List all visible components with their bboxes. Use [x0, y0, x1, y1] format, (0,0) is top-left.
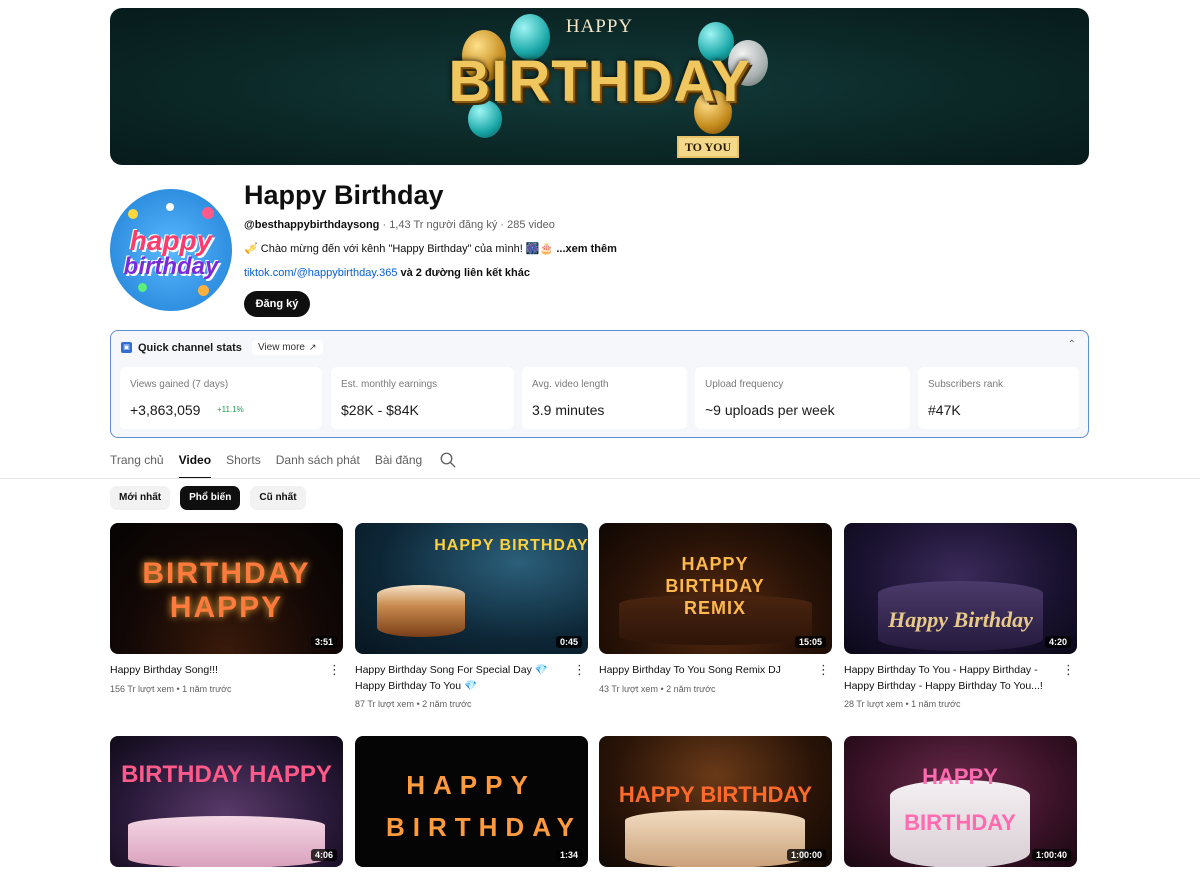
video-thumbnail[interactable]: Happy Birthday 4:20: [844, 523, 1077, 654]
view-count: 28 Tr lượt xem: [844, 699, 903, 709]
stat-label: Subscribers rank: [928, 379, 1004, 390]
tab-home[interactable]: Trang chủ: [110, 449, 164, 479]
see-more-link[interactable]: ...xem thêm: [553, 243, 617, 255]
thumbnail-text: HAPPY BIRTHDAY: [386, 770, 582, 842]
thumbnail-text: BIRTHDAY HAPPY: [142, 557, 311, 624]
stat-value: #47K: [928, 402, 961, 418]
thumbnail-text: HAPPY BIRTHDAY: [618, 782, 813, 807]
channel-handle: @besthappybirthdaysong: [244, 219, 380, 231]
video-thumbnail[interactable]: HAPPY BIRTHDAY REMIX 15:05: [599, 523, 832, 654]
tiktok-link[interactable]: tiktok.com/@happybirthday.365: [244, 267, 397, 279]
video-meta: 43 Tr lượt xem • 2 năm trước: [599, 684, 716, 694]
stat-label: Views gained (7 days): [130, 379, 229, 390]
video-thumbnail[interactable]: BIRTHDAY HAPPY 4:06: [110, 736, 343, 867]
video-meta: 28 Tr lượt xem • 1 năm trước: [844, 699, 961, 709]
upload-age: 2 năm trước: [666, 684, 716, 694]
more-actions-icon[interactable]: ⋮: [1062, 663, 1075, 677]
more-actions-icon[interactable]: ⋮: [817, 663, 830, 677]
stat-card-upload-frequency: Upload frequency ~9 uploads per week: [695, 367, 910, 429]
video-thumbnail[interactable]: HAPPY BIRTHDAY 1:00:40: [844, 736, 1077, 867]
stat-value: 3.9 minutes: [532, 402, 605, 418]
thumbnail-text: HAPPY BIRTHDAY REMIX: [665, 554, 765, 618]
chip-oldest[interactable]: Cũ nhất: [250, 486, 306, 510]
stat-value: $28K - $84K: [341, 402, 419, 418]
stat-label: Upload frequency: [705, 379, 784, 390]
upload-age: 1 năm trước: [182, 684, 232, 694]
stat-value: +3,863,059: [130, 402, 201, 418]
stats-title: Quick channel stats: [138, 341, 242, 354]
video-duration: 4:06: [310, 849, 337, 861]
stat-change: +11.1%: [217, 405, 244, 414]
tab-posts[interactable]: Bài đăng: [375, 449, 422, 479]
stat-card-earnings: Est. monthly earnings $28K - $84K: [331, 367, 514, 429]
stat-card-views: Views gained (7 days) +3,863,059 +11.1%: [120, 367, 322, 429]
video-thumbnail[interactable]: HAPPY BIRTHDAY 1:34: [355, 736, 588, 867]
description-text: 🎺 Chào mừng đến với kênh "Happy Birthday…: [244, 243, 554, 255]
video-duration: 0:45: [555, 636, 582, 648]
stats-header: ▣ Quick channel stats View more ↗: [121, 340, 323, 355]
more-actions-icon[interactable]: ⋮: [328, 663, 341, 677]
upload-age: 2 năm trước: [422, 699, 472, 709]
video-meta: 156 Tr lượt xem • 1 năm trước: [110, 684, 232, 694]
channel-title: Happy Birthday: [244, 180, 444, 210]
view-count: 87 Tr lượt xem: [355, 699, 414, 709]
channel-avatar[interactable]: happy birthday: [110, 189, 232, 311]
thumbnail-text: HAPPY BIRTHDAY: [434, 537, 588, 554]
tab-shorts[interactable]: Shorts: [226, 449, 261, 479]
video-duration: 4:20: [1044, 636, 1071, 648]
banner-to-you-text: TO YOU: [677, 136, 739, 158]
sort-chips: Mới nhất Phổ biến Cũ nhất: [110, 486, 306, 510]
chevron-up-icon[interactable]: ⌃: [1068, 339, 1076, 350]
subscriber-count: 1,43 Tr người đăng ký: [389, 219, 498, 231]
channel-description[interactable]: 🎺 Chào mừng đến với kênh "Happy Birthday…: [244, 242, 617, 255]
thumbnail-text: Happy Birthday: [888, 607, 1033, 632]
video-count: 285 video: [507, 219, 555, 231]
channel-links: tiktok.com/@happybirthday.365 và 2 đường…: [244, 267, 530, 279]
more-links-text[interactable]: và 2 đường liên kết khác: [397, 267, 530, 279]
video-meta: 87 Tr lượt xem • 2 năm trước: [355, 699, 472, 709]
video-thumbnail[interactable]: HAPPY BIRTHDAY 1:00:00: [599, 736, 832, 867]
video-thumbnail[interactable]: HAPPY BIRTHDAY 0:45: [355, 523, 588, 654]
video-title[interactable]: Happy Birthday To You Song Remix DJ: [599, 663, 809, 679]
avatar-text-birthday: birthday: [123, 253, 219, 280]
video-duration: 1:00:00: [786, 849, 826, 861]
video-duration: 3:51: [310, 636, 337, 648]
chip-newest[interactable]: Mới nhất: [110, 486, 171, 510]
stat-card-video-length: Avg. video length 3.9 minutes: [522, 367, 687, 429]
subscribe-button[interactable]: Đăng ký: [244, 291, 310, 317]
stat-card-subscribers-rank: Subscribers rank #47K: [918, 367, 1079, 429]
video-duration: 1:34: [555, 849, 582, 861]
channel-meta: @besthappybirthdaysong · 1,43 Tr người đ…: [244, 219, 555, 231]
view-count: 43 Tr lượt xem: [599, 684, 658, 694]
stat-label: Avg. video length: [532, 379, 609, 390]
video-title[interactable]: Happy Birthday To You - Happy Birthday -…: [844, 663, 1054, 694]
quick-channel-stats-panel: ▣ Quick channel stats View more ↗ ⌃ View…: [110, 330, 1089, 438]
tab-playlists[interactable]: Danh sách phát: [276, 449, 360, 479]
video-title[interactable]: Happy Birthday Song!!!: [110, 663, 320, 679]
stat-label: Est. monthly earnings: [341, 379, 438, 390]
banner-birthday-text: BIRTHDAY: [448, 49, 751, 114]
stat-value: ~9 uploads per week: [705, 402, 835, 418]
video-thumbnail[interactable]: BIRTHDAY HAPPY 3:51: [110, 523, 343, 654]
search-icon[interactable]: [439, 451, 457, 469]
video-title[interactable]: Happy Birthday Song For Special Day 💎 Ha…: [355, 663, 565, 694]
tabs-divider: [0, 478, 1200, 479]
view-count: 156 Tr lượt xem: [110, 684, 174, 694]
thumbnail-text: BIRTHDAY HAPPY: [121, 761, 332, 788]
video-duration: 15:05: [794, 636, 826, 648]
view-more-button[interactable]: View more ↗: [251, 340, 323, 355]
chip-popular[interactable]: Phổ biến: [180, 486, 241, 510]
stats-logo-icon: ▣: [121, 342, 132, 353]
channel-banner: HAPPY BIRTHDAY TO YOU: [110, 8, 1089, 165]
banner-happy-text: HAPPY: [565, 16, 634, 37]
more-actions-icon[interactable]: ⋮: [573, 663, 586, 677]
tab-videos[interactable]: Video: [178, 449, 212, 479]
channel-tabs: Trang chủ Video Shorts Danh sách phát Bà…: [110, 449, 457, 479]
view-more-label: View more: [257, 342, 305, 353]
video-duration: 1:00:40: [1031, 849, 1071, 861]
upload-age: 1 năm trước: [911, 699, 961, 709]
external-link-icon: ↗: [309, 342, 317, 352]
thumbnail-text: HAPPY BIRTHDAY: [904, 764, 1016, 835]
